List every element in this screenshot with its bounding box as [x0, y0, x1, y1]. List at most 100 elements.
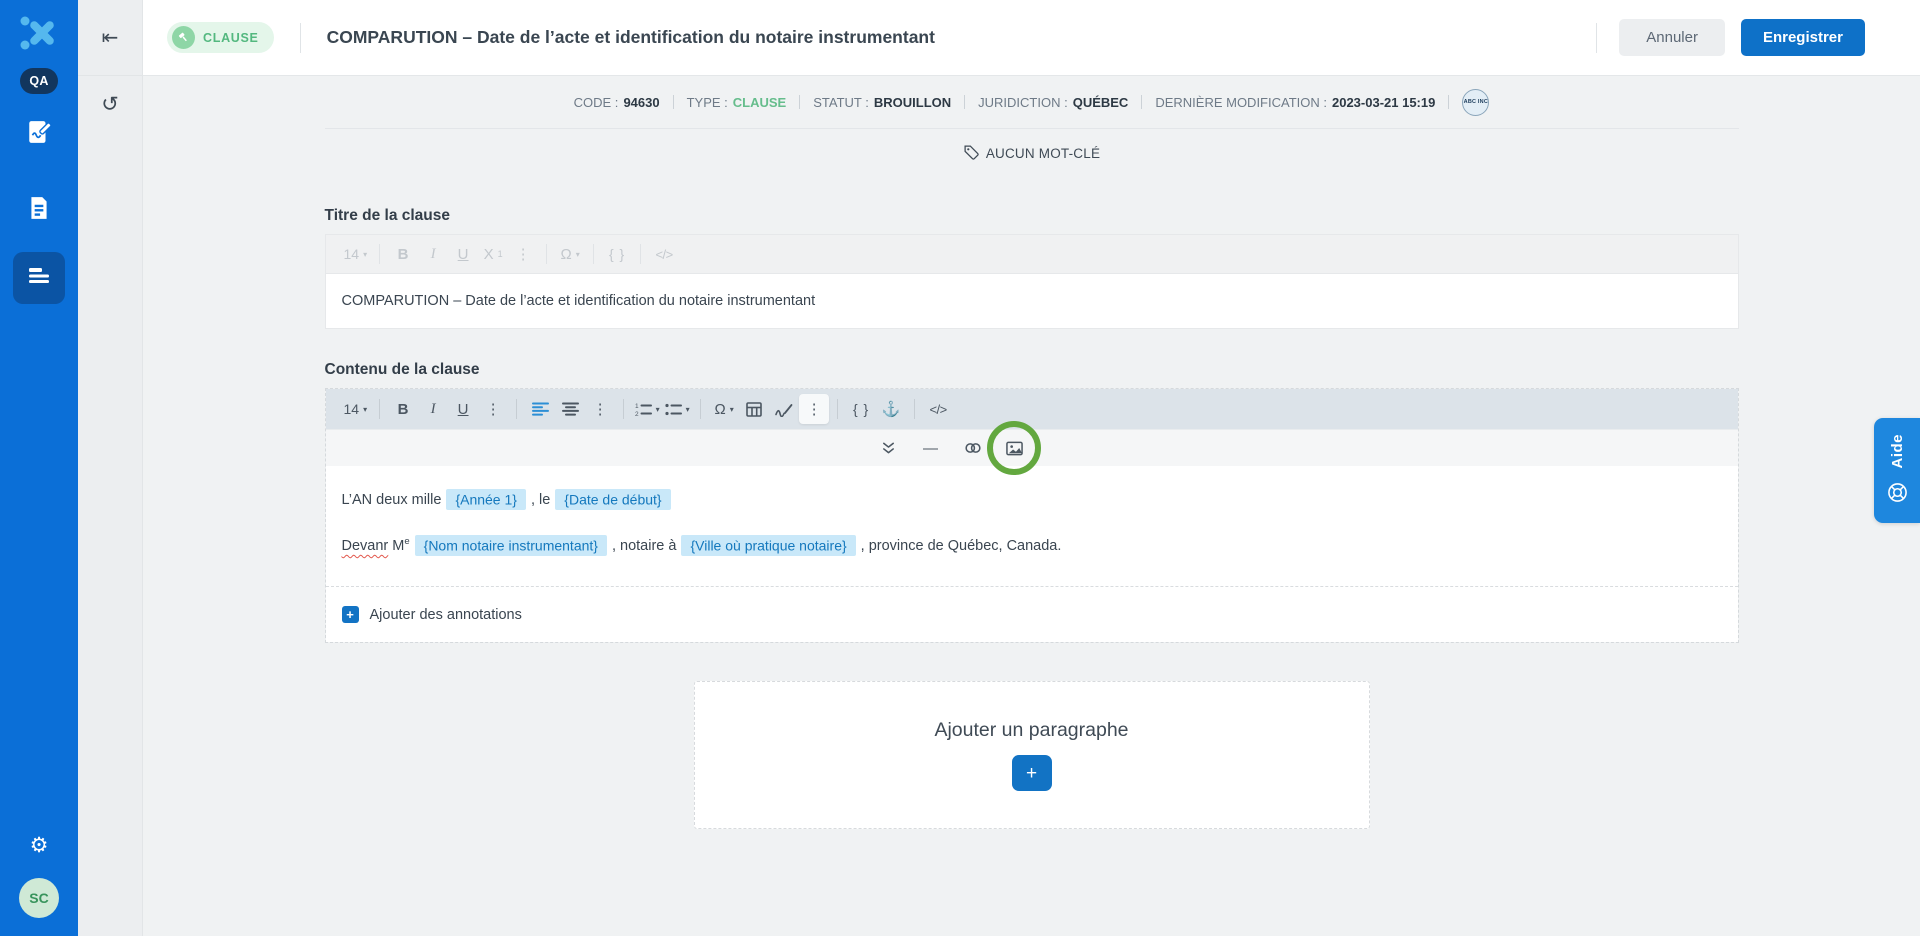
font-size-value: 14: [344, 401, 360, 417]
special-char-button[interactable]: Ω ▾: [555, 239, 585, 269]
add-annotation-button[interactable]: +: [342, 606, 359, 623]
italic-button[interactable]: I: [418, 394, 448, 424]
content-container: CODE : 94630 TYPE : CLAUSE STATUT : BROU…: [325, 76, 1739, 829]
content-toolbar: 14 ▾ B I U ⋮: [326, 389, 1738, 429]
insert-table-button[interactable]: [739, 394, 769, 424]
omega-icon: Ω: [560, 246, 571, 263]
chevron-down-icon: ▾: [686, 405, 690, 414]
anchor-button[interactable]: ⚓: [876, 394, 906, 424]
variable-token-annee[interactable]: {Année 1}: [446, 489, 526, 510]
settings-gear-icon[interactable]: ⚙: [30, 833, 49, 858]
variable-token-nom-notaire[interactable]: {Nom notaire instrumentant}: [415, 535, 607, 556]
meta-separator: [799, 95, 800, 109]
insert-image-button[interactable]: [1000, 434, 1030, 462]
meta-separator: [964, 95, 965, 109]
sidebar-item-clauses-active[interactable]: [13, 252, 65, 304]
more-options-button[interactable]: ⋮: [508, 239, 538, 269]
align-left-button[interactable]: [525, 394, 555, 424]
add-paragraph-button[interactable]: +: [1012, 755, 1052, 791]
type-badge-label: CLAUSE: [203, 31, 259, 45]
underline-button[interactable]: U: [448, 239, 478, 269]
font-size-value: 14: [344, 246, 360, 262]
meta-last-modified-value: 2023-03-21 15:19: [1332, 95, 1435, 110]
sidebar-item-redaction[interactable]: [13, 108, 65, 160]
omega-icon: Ω: [714, 401, 725, 418]
toolbar-separator: [700, 399, 701, 419]
special-char-button[interactable]: Ω ▾: [709, 394, 739, 424]
chevron-down-icon: ▾: [656, 405, 660, 414]
page-header: CLAUSE COMPARUTION – Date de l’acte et i…: [143, 0, 1920, 76]
text-run: , le: [531, 492, 550, 508]
meta-type: TYPE : CLAUSE: [687, 95, 787, 110]
header-separator: [300, 23, 301, 53]
text-run: M: [392, 538, 404, 554]
rail-top: ⇤: [78, 0, 142, 76]
svg-text:2: 2: [635, 411, 639, 417]
add-paragraph-card: Ajouter un paragraphe +: [694, 681, 1370, 829]
source-code-button[interactable]: </>: [649, 239, 679, 269]
content-section-label: Contenu de la clause: [325, 361, 1739, 379]
save-button[interactable]: Enregistrer: [1741, 19, 1865, 56]
title-section-label: Titre de la clause: [325, 207, 1739, 225]
add-paragraph-label: Ajouter un paragraphe: [934, 719, 1128, 742]
toolbar-separator: [516, 399, 517, 419]
signature-button[interactable]: [769, 394, 799, 424]
main-column: CLAUSE COMPARUTION – Date de l’acte et i…: [143, 0, 1920, 936]
app-root: QA: [0, 0, 1920, 936]
meta-type-value: CLAUSE: [733, 95, 786, 110]
more-text-options-button[interactable]: ⋮: [478, 394, 508, 424]
meta-row: CODE : 94630 TYPE : CLAUSE STATUT : BROU…: [325, 76, 1739, 128]
chevron-down-icon: ▾: [363, 405, 367, 414]
clause-content-editor[interactable]: L’AN deux mille{Année 1}, le{Date de déb…: [326, 466, 1738, 586]
meta-last-modified-label: DERNIÈRE MODIFICATION :: [1155, 95, 1327, 110]
collapse-panel-icon[interactable]: ⇤: [102, 28, 119, 48]
meta-last-modified: DERNIÈRE MODIFICATION : 2023-03-21 15:19: [1155, 95, 1435, 110]
user-avatar[interactable]: SC: [19, 878, 59, 918]
clause-title-input[interactable]: COMPARUTION – Date de l’acte et identifi…: [325, 274, 1739, 329]
variable-token-date-debut[interactable]: {Date de début}: [555, 489, 670, 510]
content-paragraph-1: L’AN deux mille{Année 1}, le{Date de déb…: [342, 488, 1722, 512]
tag-icon: [963, 144, 979, 163]
horizontal-rule-button[interactable]: —: [916, 434, 946, 462]
sidebar-item-documents[interactable]: [13, 184, 65, 236]
bold-button[interactable]: B: [388, 239, 418, 269]
meta-code-value: 94630: [623, 95, 659, 110]
page-title: COMPARUTION – Date de l’acte et identifi…: [327, 27, 935, 48]
ordered-list-button[interactable]: 12 ▾: [632, 394, 662, 424]
meta-separator: [673, 95, 674, 109]
variable-token-ville-notaire[interactable]: {Ville où pratique notaire}: [681, 535, 855, 556]
italic-button[interactable]: I: [418, 239, 448, 269]
help-tab[interactable]: Aide: [1874, 418, 1920, 523]
header-separator-right: [1596, 23, 1597, 53]
insert-link-button[interactable]: [958, 434, 988, 462]
keyword-row: AUCUN MOT-CLÉ: [325, 129, 1739, 177]
cancel-button[interactable]: Annuler: [1619, 19, 1725, 56]
variable-button[interactable]: { }: [602, 239, 632, 269]
meta-jurisdiction: JURIDICTION : QUÉBEC: [978, 95, 1128, 110]
meta-status: STATUT : BROUILLON: [813, 95, 951, 110]
underline-button[interactable]: U: [448, 394, 478, 424]
toolbar-separator: [914, 399, 915, 419]
app-logo-icon[interactable]: [16, 10, 62, 56]
document-edit-icon: [26, 119, 52, 150]
variable-button[interactable]: { }: [846, 394, 876, 424]
bullet-list-button[interactable]: ▾: [662, 394, 692, 424]
font-size-select[interactable]: 14 ▾: [336, 394, 372, 424]
overflow-toggle-button[interactable]: ⋮: [799, 394, 829, 424]
org-logo-badge: ABC INC: [1462, 89, 1489, 116]
superscript-button[interactable]: X1: [478, 239, 508, 269]
meta-status-value: BROUILLON: [874, 95, 951, 110]
font-size-select[interactable]: 14 ▾: [336, 239, 372, 269]
history-icon[interactable]: ↺: [101, 94, 119, 115]
collapse-toolbar-button[interactable]: [874, 434, 904, 462]
bold-button[interactable]: B: [388, 394, 418, 424]
chevron-down-icon: ▾: [730, 405, 734, 414]
align-center-button[interactable]: [555, 394, 585, 424]
toolbar-separator: [623, 399, 624, 419]
text-run: , province de Québec, Canada.: [861, 538, 1062, 554]
lifebuoy-icon: [1886, 481, 1909, 509]
toolbar-separator: [379, 244, 380, 264]
meta-code-label: CODE :: [574, 95, 619, 110]
more-align-options-button[interactable]: ⋮: [585, 394, 615, 424]
source-code-button[interactable]: </>: [923, 394, 953, 424]
